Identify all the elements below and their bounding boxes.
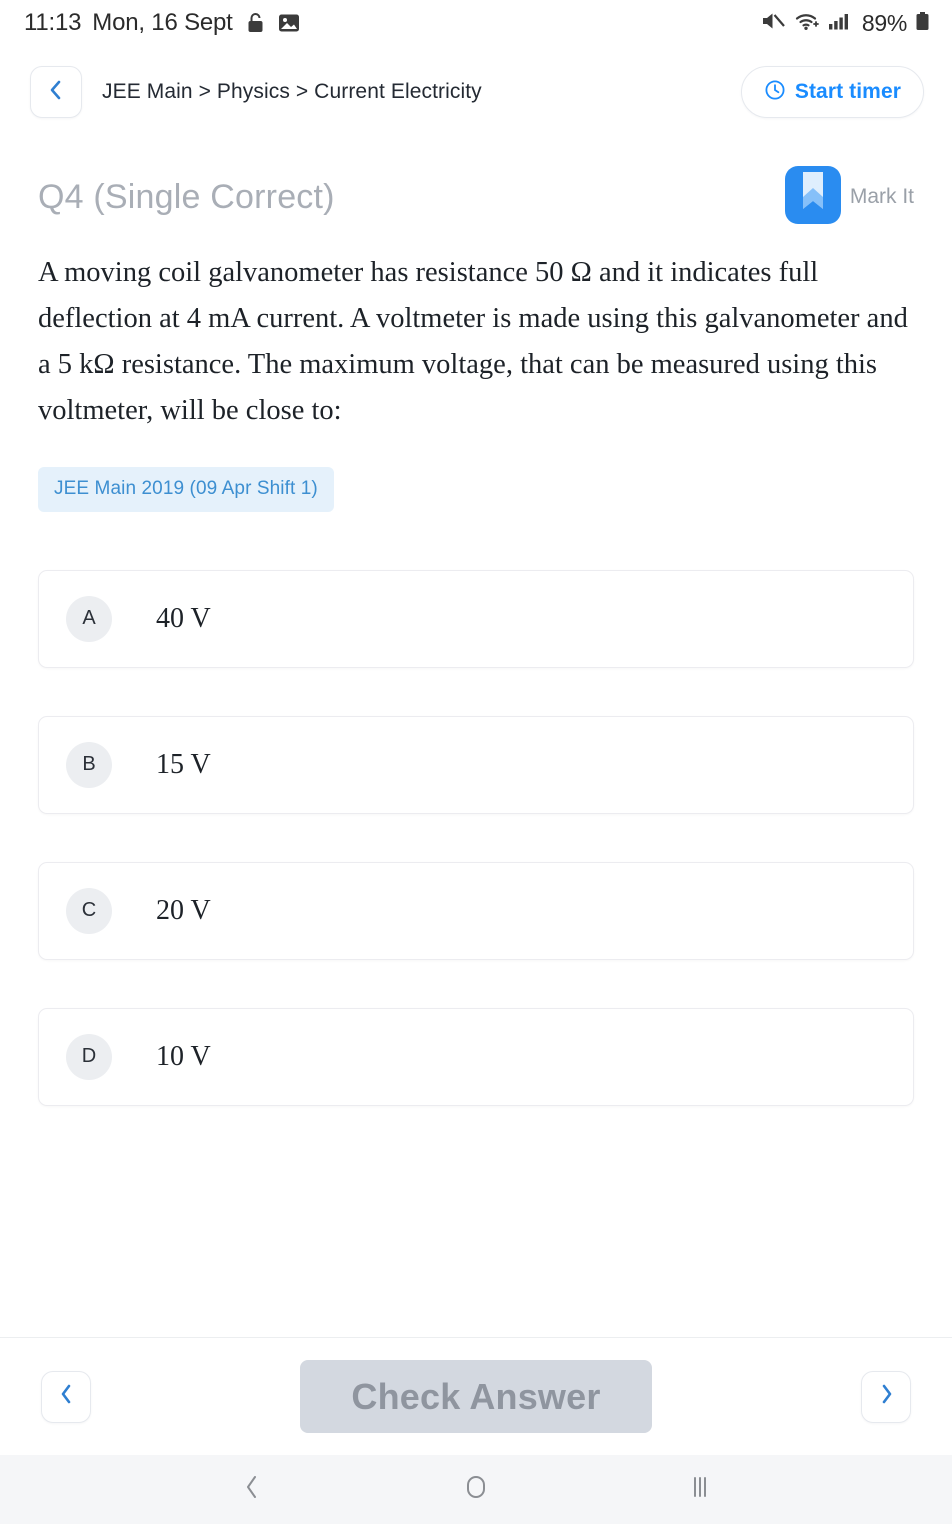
check-answer-button[interactable]: Check Answer — [300, 1360, 652, 1433]
status-time: 11:13 — [24, 9, 82, 36]
next-question-button[interactable] — [861, 1370, 911, 1423]
options-list: A 40 V B 15 V C 20 V D 10 V — [38, 569, 914, 1106]
status-bar: 11:13 Mon, 16 Sept 89% — [0, 0, 952, 46]
option-d[interactable]: D 10 V — [38, 1007, 914, 1106]
option-c[interactable]: C 20 V — [38, 861, 914, 960]
start-timer-label: Start timer — [794, 80, 901, 103]
android-navigation-bar — [0, 1455, 952, 1524]
option-text: 15 V — [156, 748, 211, 780]
chevron-right-icon — [879, 1383, 894, 1410]
nav-home-button[interactable] — [441, 1455, 511, 1524]
cellular-signal-icon — [828, 10, 852, 37]
option-a[interactable]: A 40 V — [38, 569, 914, 668]
battery-icon — [915, 10, 930, 37]
question-text: A moving coil galvanometer has resistanc… — [38, 257, 908, 427]
nav-back-icon — [241, 1472, 263, 1507]
mute-icon — [761, 10, 786, 37]
option-badge: C — [66, 887, 112, 934]
clock-icon — [764, 79, 786, 106]
option-text: 20 V — [156, 894, 211, 926]
status-bar-left: 11:13 Mon, 16 Sept — [24, 9, 300, 37]
question-header: Q4 (Single Correct) Mark It — [38, 165, 914, 230]
nav-back-button[interactable] — [217, 1455, 287, 1524]
mark-it-label: Mark It — [849, 185, 914, 208]
bottom-action-bar: Check Answer — [0, 1337, 952, 1455]
nav-recents-icon — [688, 1472, 712, 1507]
status-bar-right: 89% — [761, 10, 930, 37]
option-b[interactable]: B 15 V — [38, 715, 914, 814]
exam-tag[interactable]: JEE Main 2019 (09 Apr Shift 1) — [38, 466, 334, 512]
lock-icon — [246, 12, 265, 34]
battery-percentage: 89% — [861, 9, 907, 36]
bookmark-icon — [784, 165, 842, 230]
mark-it-button[interactable]: Mark It — [784, 165, 914, 230]
option-text: 10 V — [156, 1040, 211, 1072]
app-header: JEE Main > Physics > Current Electricity… — [0, 46, 952, 138]
status-date: Mon, 16 Sept — [92, 9, 233, 36]
option-badge: B — [66, 741, 112, 788]
option-badge: A — [66, 595, 112, 642]
wifi-icon — [794, 10, 820, 37]
photo-icon — [278, 12, 300, 34]
chevron-left-icon — [59, 1383, 74, 1410]
nav-recents-button[interactable] — [665, 1455, 735, 1524]
start-timer-button[interactable]: Start timer — [740, 66, 924, 118]
exam-tag-row: JEE Main 2019 (09 Apr Shift 1) — [38, 466, 914, 512]
option-text: 40 V — [156, 602, 211, 634]
header-back-button[interactable] — [30, 66, 82, 118]
nav-home-icon — [463, 1472, 489, 1507]
breadcrumb[interactable]: JEE Main > Physics > Current Electricity — [102, 80, 482, 104]
chevron-left-icon — [48, 78, 64, 107]
question-content: Q4 (Single Correct) Mark It A moving coi… — [0, 165, 952, 1106]
page-title: Q4 (Single Correct) — [38, 177, 335, 216]
option-badge: D — [66, 1033, 112, 1080]
previous-question-button[interactable] — [41, 1370, 91, 1423]
